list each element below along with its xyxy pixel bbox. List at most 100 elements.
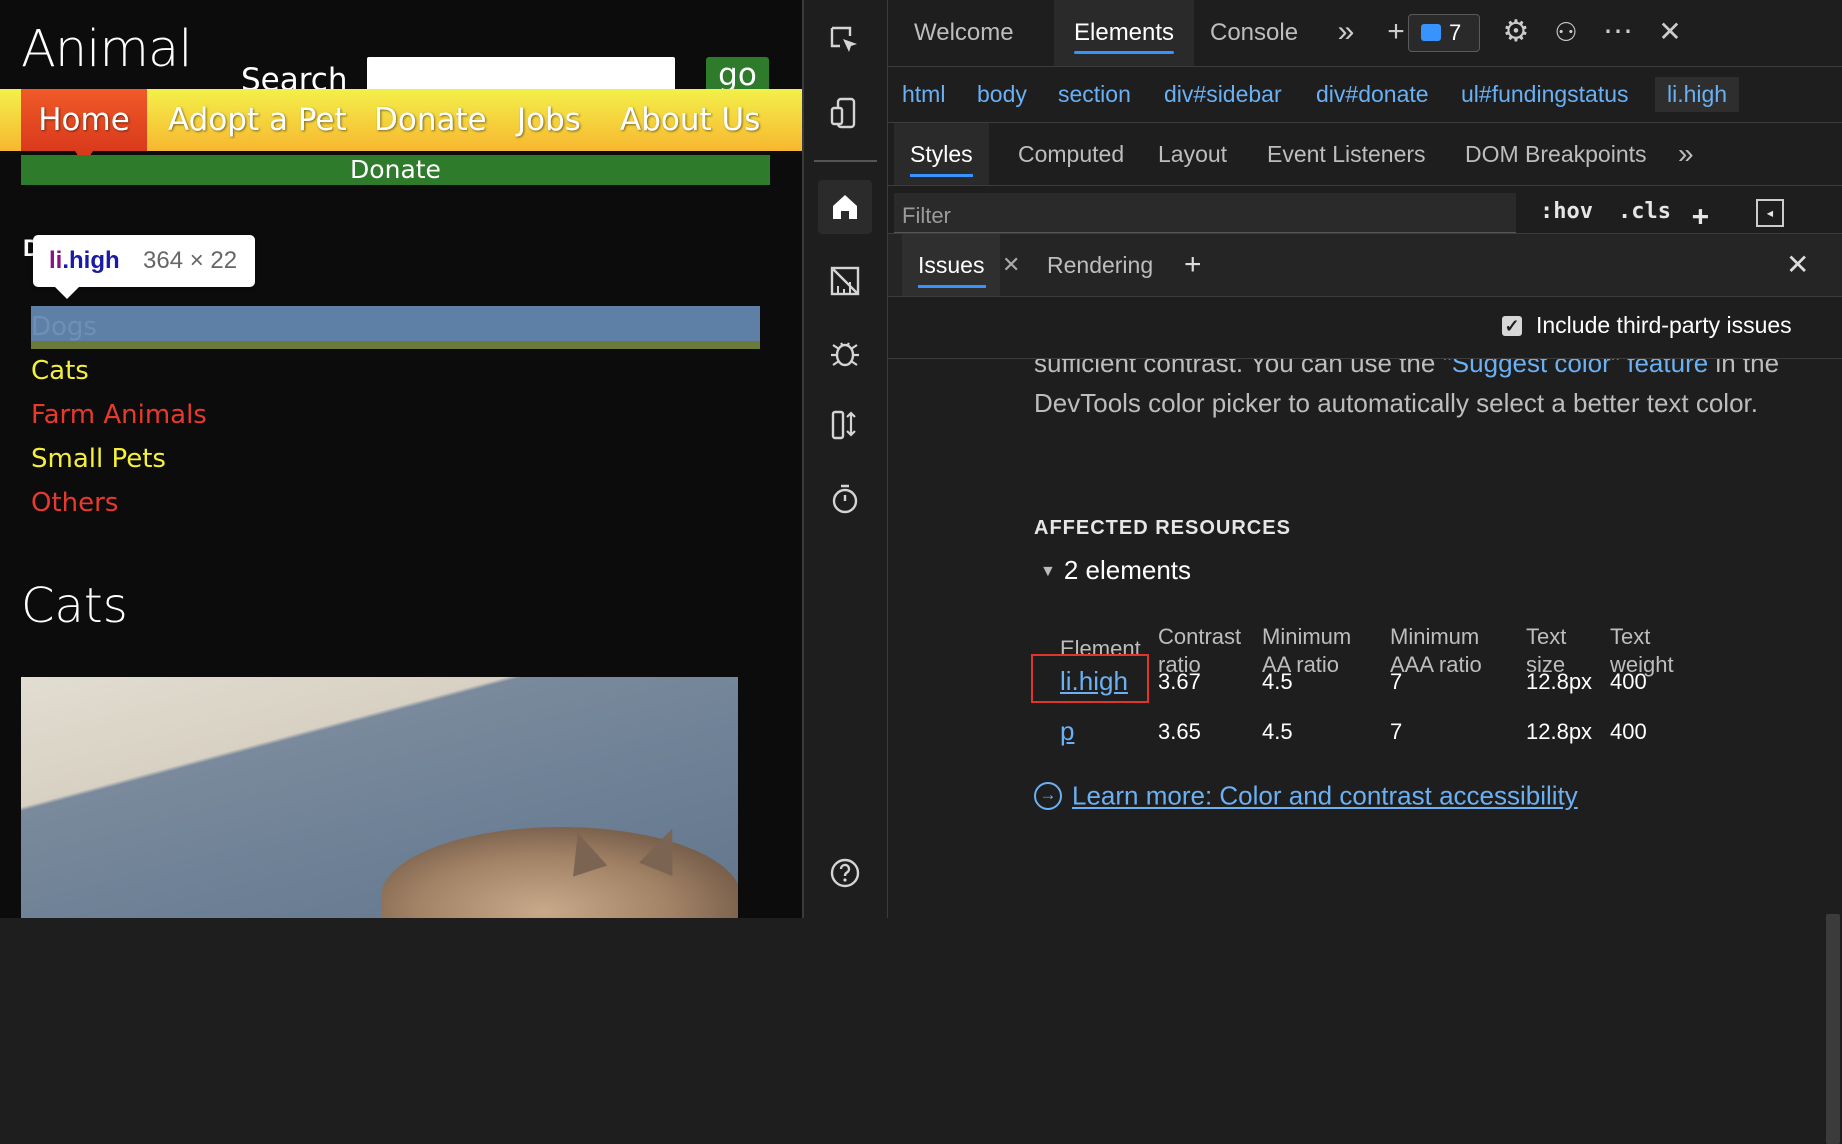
activity-bar <box>804 0 888 918</box>
tooltip-tag: li <box>49 247 63 274</box>
issues-badge[interactable]: 7 <box>1408 14 1480 52</box>
site-title: Animal <box>21 20 192 79</box>
issue-details: sufficient contrast. You can use the "Su… <box>888 359 1842 919</box>
add-tab-icon[interactable]: + <box>1184 234 1202 296</box>
funding-item-dogs[interactable]: Dogs <box>31 312 97 342</box>
breadcrumb: html body section div#sidebar div#donate… <box>888 73 1842 119</box>
row-element-link[interactable]: p <box>1060 716 1074 747</box>
home-icon[interactable] <box>818 180 872 234</box>
network-icon[interactable] <box>818 254 872 308</box>
funding-item-cats[interactable]: Cats <box>31 356 89 386</box>
device-emulation-icon[interactable] <box>818 86 872 140</box>
inspect-tooltip: li.high 364 × 22 <box>33 235 255 299</box>
tab-rendering[interactable]: Rendering <box>1047 234 1153 296</box>
row-element-link[interactable]: li.high <box>1060 666 1128 697</box>
nav-jobs[interactable]: Jobs <box>517 89 581 151</box>
more-tabs-icon[interactable]: » <box>1678 123 1694 185</box>
close-icon[interactable]: ✕ <box>1648 10 1692 54</box>
gear-icon[interactable]: ⚙ <box>1494 10 1538 54</box>
message-icon <box>1421 24 1441 41</box>
styles-filter-row: Filter :hov .cls + ◂ <box>888 193 1842 233</box>
tab-dom-breakpoints[interactable]: DOM Breakpoints <box>1465 123 1647 185</box>
crumb-section[interactable]: section <box>1058 81 1131 108</box>
issues-drawer: Issues ✕ Rendering + ✕ ✓ Include third-p… <box>888 233 1842 1144</box>
drawer-scrollbar[interactable] <box>1826 914 1840 1144</box>
tooltip-class: .high <box>62 247 120 274</box>
bug-icon[interactable] <box>818 326 872 380</box>
third-party-row: ✓ Include third-party issues <box>888 296 1842 359</box>
nav-home[interactable]: Home <box>21 89 147 165</box>
tab-issues-label: Issues <box>918 252 985 278</box>
nav-adopt[interactable]: Adopt a Pet <box>168 89 347 151</box>
toggle-sidebar-icon[interactable]: ◂ <box>1756 199 1784 227</box>
row-contrast: 3.67 <box>1158 669 1201 694</box>
tab-elements[interactable]: Elements <box>1054 0 1195 66</box>
main-nav: Home Adopt a Pet Donate Jobs About Us <box>0 89 802 165</box>
row-aa: 4.5 <box>1262 669 1293 694</box>
inspect-icon[interactable] <box>818 14 872 68</box>
more-tabs-icon[interactable]: » <box>1324 10 1368 54</box>
performance-icon[interactable] <box>818 398 872 452</box>
tab-console[interactable]: Console <box>1210 0 1298 66</box>
active-tab-indicator <box>1074 51 1175 54</box>
crumb-donate[interactable]: div#donate <box>1316 81 1429 108</box>
learn-more-link[interactable]: → Learn more: Color and contrast accessib… <box>1034 779 1578 812</box>
row-size: 12.8px <box>1526 719 1593 744</box>
crumb-html[interactable]: html <box>902 81 945 108</box>
main-tabs: Welcome Elements Console » + 7 ⚙ ⚇ ⋯ ✕ <box>888 0 1842 67</box>
elements-count: 2 elements <box>1063 555 1192 585</box>
hover-state-toggle[interactable]: :hov <box>1540 199 1593 224</box>
class-toggle[interactable]: .cls <box>1618 199 1671 224</box>
help-icon[interactable] <box>818 846 872 900</box>
row-aaa: 7 <box>1390 669 1403 694</box>
tab-welcome[interactable]: Welcome <box>914 0 1014 66</box>
suggest-color-link[interactable]: "Suggest color" feature <box>1443 359 1709 378</box>
third-party-label[interactable]: Include third-party issues <box>1536 312 1792 339</box>
elements-toggle[interactable]: ▼ 2 elements <box>1040 555 1191 586</box>
row-weight: 400 <box>1610 669 1647 694</box>
styles-filter-input[interactable]: Filter <box>894 193 1516 233</box>
nav-about[interactable]: About Us <box>620 89 760 151</box>
close-drawer-icon[interactable]: ✕ <box>1786 234 1809 296</box>
active-tab-indicator <box>918 285 986 288</box>
crumb-sidebar[interactable]: div#sidebar <box>1164 81 1282 108</box>
tab-computed[interactable]: Computed <box>1018 123 1124 185</box>
close-tab-icon[interactable]: ✕ <box>1002 234 1020 296</box>
timer-icon[interactable] <box>818 472 872 526</box>
funding-item-farm[interactable]: Farm Animals <box>31 400 207 430</box>
cat-photo <box>21 677 738 918</box>
row-aaa: 7 <box>1390 719 1403 744</box>
issues-count: 7 <box>1449 20 1462 45</box>
tab-styles[interactable]: Styles <box>894 123 989 185</box>
nav-donate[interactable]: Donate <box>374 89 487 151</box>
crumb-li-high[interactable]: li.high <box>1655 77 1740 112</box>
desc-text-before: sufficient contrast. You can use the <box>1034 359 1443 378</box>
more-options-icon[interactable]: ⋯ <box>1596 10 1640 54</box>
third-party-checkbox[interactable]: ✓ <box>1502 316 1522 336</box>
tab-elements-label: Elements <box>1074 19 1175 46</box>
affected-resources-heading: AFFECTED RESOURCES <box>1034 517 1291 539</box>
feedback-icon[interactable]: ⚇ <box>1544 10 1588 54</box>
web-page: Animal Search go Home Adopt a Pet Donate… <box>0 0 802 918</box>
crumb-fundingstatus[interactable]: ul#fundingstatus <box>1461 81 1629 108</box>
tab-issues[interactable]: Issues ✕ <box>902 234 1020 296</box>
arrow-right-circle-icon: → <box>1034 782 1062 811</box>
section-heading: Cats <box>21 578 128 634</box>
new-rule-icon[interactable]: + <box>1692 199 1709 232</box>
active-tab-indicator <box>910 174 973 177</box>
devtools-panel: Welcome Elements Console » + 7 ⚙ ⚇ ⋯ ✕ h… <box>802 0 1842 1144</box>
tab-event-listeners[interactable]: Event Listeners <box>1267 123 1426 185</box>
th-aaa: Minimum AAA ratio <box>1390 624 1482 677</box>
tooltip-size: 364 × 22 <box>143 247 238 274</box>
funding-item-others[interactable]: Others <box>31 488 118 518</box>
row-contrast: 3.65 <box>1158 719 1201 744</box>
funding-item-small-pets[interactable]: Small Pets <box>31 444 166 474</box>
row-size: 12.8px <box>1526 669 1593 694</box>
tab-layout[interactable]: Layout <box>1158 123 1227 185</box>
drawer-tabs: Issues ✕ Rendering + ✕ <box>888 234 1842 297</box>
activity-divider <box>814 160 877 162</box>
learn-more-text: Learn more: Color and contrast accessibi… <box>1072 780 1578 811</box>
donate-bar[interactable]: Donate <box>21 155 770 185</box>
triangle-down-icon: ▼ <box>1040 563 1056 580</box>
crumb-body[interactable]: body <box>977 81 1027 108</box>
